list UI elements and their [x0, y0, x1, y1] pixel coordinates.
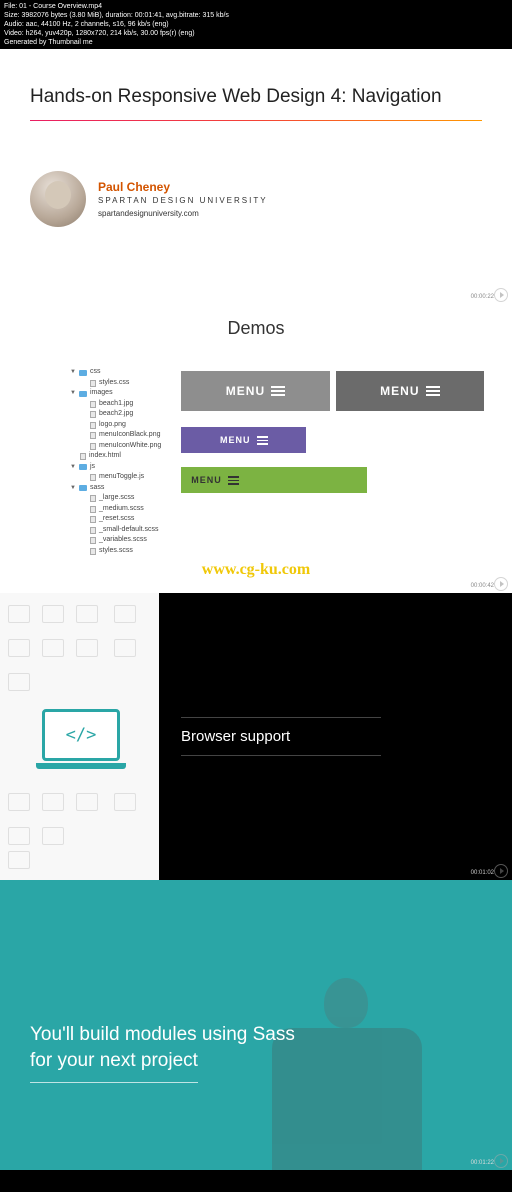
timestamp: 00:01:22: [471, 1160, 494, 1166]
section-title: Browser support: [181, 717, 381, 756]
menu-demo-3: MENU: [181, 427, 306, 453]
tree-file: styles.css: [99, 378, 129, 389]
tree-file: menuIconBlack.png: [99, 430, 160, 441]
tree-folder-sass: sass: [90, 483, 104, 494]
hero-line2: for your next project: [30, 1048, 198, 1083]
file-icon: [80, 453, 86, 460]
file-icon: [90, 506, 96, 513]
tree-file: _medium.scss: [99, 504, 144, 515]
file-icon: [90, 443, 96, 450]
menu-demo-4: MENU: [181, 467, 367, 493]
menu-label: MENU: [220, 435, 251, 445]
tree-file: _large.scss: [99, 493, 134, 504]
meta-generator: Generated by Thumbnail me: [4, 38, 508, 47]
divider: [30, 120, 482, 121]
tree-file: menuIconWhite.png: [99, 441, 161, 452]
file-icon: [90, 401, 96, 408]
file-icon: [90, 527, 96, 534]
tree-file: _reset.scss: [99, 514, 134, 525]
tree-file: styles.scss: [99, 546, 133, 557]
timestamp: 00:01:02: [471, 870, 494, 876]
background-illustration: [282, 920, 482, 1160]
menu-demo-2: MENU: [336, 371, 484, 411]
laptop-icon: </>: [36, 709, 126, 769]
tree-file: _variables.scss: [99, 535, 147, 546]
panel-demos: Demos ▼css styles.css ▼images beach1.jpg…: [0, 304, 512, 593]
menu-demo-1: MENU: [181, 371, 329, 411]
hamburger-icon: [271, 386, 285, 396]
tree-folder-js: js: [90, 462, 95, 473]
author-block: Paul Cheney SPARTAN DESIGN UNIVERSITY sp…: [30, 171, 482, 227]
file-icon: [90, 411, 96, 418]
author-name: Paul Cheney: [98, 180, 268, 194]
meta-audio: Audio: aac, 44100 Hz, 2 channels, s16, 9…: [4, 20, 508, 29]
hero-line1: You'll build modules using Sass: [30, 1022, 295, 1048]
file-icon: [90, 516, 96, 523]
tree-file: beach2.jpg: [99, 409, 133, 420]
play-icon[interactable]: [494, 1154, 508, 1168]
tree-file: index.html: [89, 451, 121, 462]
meta-video: Video: h264, yuv420p, 1280x720, 214 kb/s…: [4, 29, 508, 38]
file-tree: ▼css styles.css ▼images beach1.jpg beach…: [70, 367, 161, 556]
hero-text: You'll build modules using Sass for your…: [30, 1022, 295, 1082]
code-icon: </>: [42, 709, 120, 761]
file-icon: [90, 432, 96, 439]
panel-browser-support: </> Browser support 00:01:02: [0, 593, 512, 880]
hamburger-icon: [228, 476, 239, 485]
panel-sass-modules: You'll build modules using Sass for your…: [0, 880, 512, 1170]
menu-label: MENU: [226, 384, 265, 398]
meta-size: Size: 3982076 bytes (3.80 MiB), duration…: [4, 11, 508, 20]
tree-folder-images: images: [90, 388, 113, 399]
timestamp: 00:00:22: [471, 294, 494, 300]
file-icon: [90, 548, 96, 555]
side-illustration: </>: [0, 593, 159, 880]
hamburger-icon: [257, 436, 268, 445]
hamburger-icon: [426, 386, 440, 396]
play-icon[interactable]: [494, 577, 508, 591]
menu-demos: MENU MENU MENU MENU: [181, 367, 484, 556]
panel-content: Browser support: [159, 593, 512, 880]
avatar: [30, 171, 86, 227]
file-icon: [90, 474, 96, 481]
folder-icon: [79, 485, 87, 491]
panel-title-slide: Hands-on Responsive Web Design 4: Naviga…: [0, 49, 512, 304]
watermark: www.cg-ku.com: [202, 561, 310, 579]
course-title: Hands-on Responsive Web Design 4: Naviga…: [30, 85, 482, 110]
metadata-block: File: 01 - Course Overview.mp4 Size: 398…: [0, 0, 512, 49]
tree-file: beach1.jpg: [99, 399, 133, 410]
author-url: spartandesignuniversity.com: [98, 209, 268, 218]
meta-file: File: 01 - Course Overview.mp4: [4, 2, 508, 11]
file-icon: [90, 422, 96, 429]
folder-icon: [79, 464, 87, 470]
folder-icon: [79, 370, 87, 376]
folder-icon: [79, 391, 87, 397]
author-org: SPARTAN DESIGN UNIVERSITY: [98, 196, 268, 205]
tree-file: menuToggle.js: [99, 472, 144, 483]
file-icon: [90, 380, 96, 387]
file-icon: [90, 537, 96, 544]
play-icon[interactable]: [494, 288, 508, 302]
timestamp: 00:00:42: [471, 583, 494, 589]
tree-folder-css: css: [90, 367, 101, 378]
tree-file: logo.png: [99, 420, 126, 431]
demos-title: Demos: [0, 304, 512, 339]
menu-label: MENU: [380, 384, 419, 398]
menu-label: MENU: [191, 475, 222, 485]
file-icon: [90, 495, 96, 502]
tree-file: _small-default.scss: [99, 525, 159, 536]
